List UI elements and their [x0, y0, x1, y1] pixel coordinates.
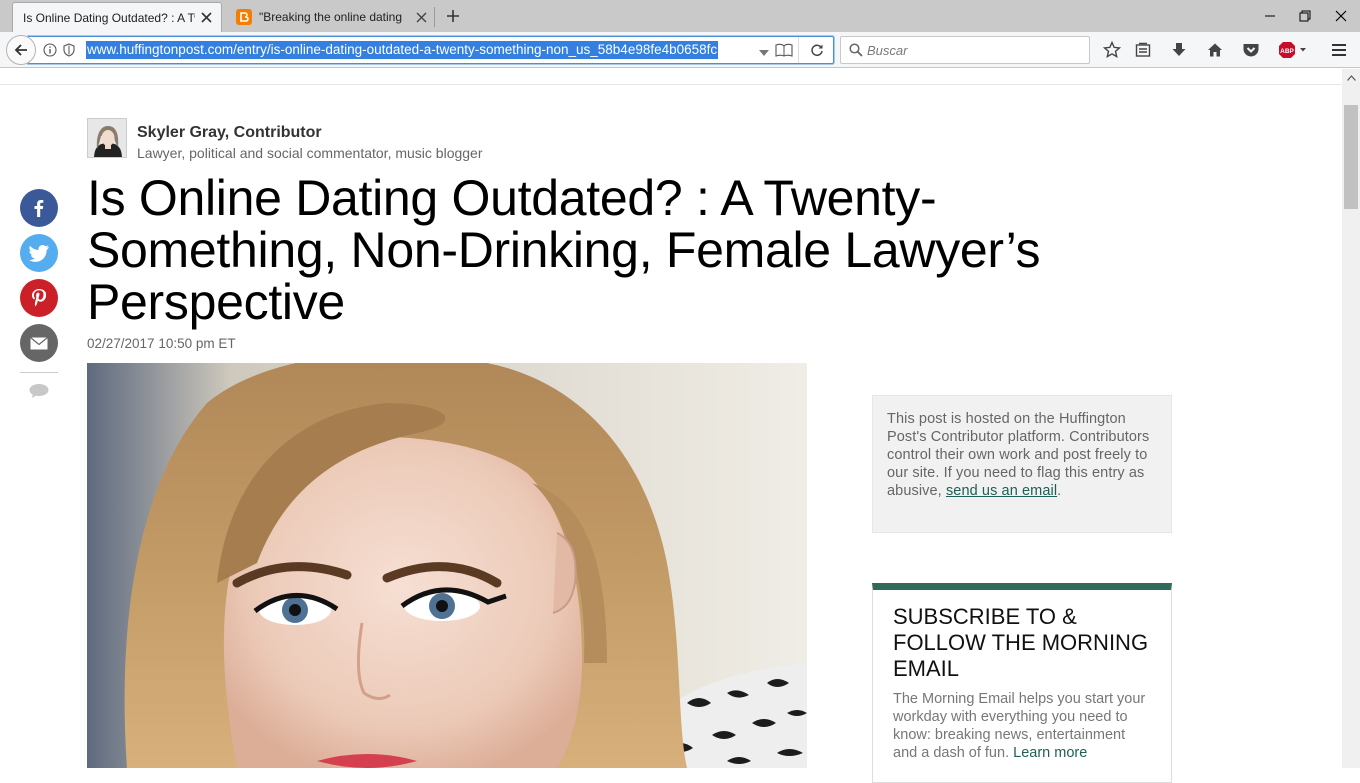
page-scrollbar[interactable]: [1342, 69, 1360, 768]
close-tab-icon[interactable]: [410, 6, 432, 28]
facebook-share-button[interactable]: [20, 189, 58, 227]
author-name[interactable]: Skyler Gray, Contributor: [137, 124, 322, 142]
info-icon[interactable]: [43, 43, 57, 57]
tab-bar: Is Online Dating Outdated? : A Twe "Brea…: [0, 0, 1360, 32]
back-button[interactable]: [6, 35, 36, 65]
url-text[interactable]: www.huffingtonpost.com/entry/is-online-d…: [86, 41, 719, 59]
tab-title: Is Online Dating Outdated? : A Twe: [23, 10, 195, 25]
tab-active[interactable]: Is Online Dating Outdated? : A Twe: [12, 2, 222, 32]
url-bar[interactable]: www.huffingtonpost.com/entry/is-online-d…: [28, 36, 834, 64]
twitter-share-button[interactable]: [20, 234, 58, 272]
send-email-link[interactable]: send us an email: [946, 483, 1057, 499]
disclaimer-end: .: [1057, 483, 1062, 499]
social-rail-divider: [20, 372, 58, 373]
page-title: Is Online Dating Outdated? : A Twenty-So…: [87, 170, 1041, 330]
download-icon[interactable]: [1167, 38, 1191, 62]
tab-separator: [434, 7, 435, 27]
hamburger-menu-icon[interactable]: [1327, 38, 1351, 62]
minimize-icon[interactable]: [1255, 4, 1285, 28]
email-share-button[interactable]: [20, 324, 58, 362]
newsletter-title: SUBSCRIBE TO & FOLLOW THE MORNING EMAIL: [893, 604, 1149, 681]
close-window-icon[interactable]: [1326, 4, 1356, 28]
page-header-divider: [0, 84, 1342, 85]
tab-inactive[interactable]: "Breaking the online dating: [226, 2, 436, 32]
timestamp: 02/27/2017 10:50 pm ET: [87, 336, 236, 351]
star-icon[interactable]: [1100, 38, 1124, 62]
tab-title: "Breaking the online dating: [259, 10, 403, 24]
reader-view-icon[interactable]: [775, 43, 793, 57]
email-icon: [30, 336, 48, 349]
search-bar[interactable]: [840, 36, 1090, 64]
avatar[interactable]: [87, 118, 127, 158]
close-tab-icon[interactable]: [195, 7, 217, 29]
url-dropdown-icon[interactable]: [758, 45, 770, 56]
shield-icon[interactable]: [63, 43, 75, 57]
pocket-icon[interactable]: [1239, 38, 1263, 62]
comment-icon[interactable]: [28, 382, 50, 400]
article-hero-image: [87, 363, 807, 768]
bookmarks-menu-icon[interactable]: [1131, 38, 1155, 62]
new-tab-icon[interactable]: [442, 5, 464, 27]
pinterest-share-button[interactable]: [20, 279, 58, 317]
newsletter-description: The Morning Email helps you start your w…: [893, 690, 1151, 762]
facebook-icon: [34, 200, 44, 217]
twitter-icon: [29, 244, 49, 262]
search-icon: [849, 43, 863, 57]
newsletter-signup: SUBSCRIBE TO & FOLLOW THE MORNING EMAIL …: [872, 583, 1172, 783]
learn-more-link[interactable]: Learn more: [1013, 745, 1087, 761]
restore-icon[interactable]: [1290, 4, 1320, 28]
author-bio: Lawyer, political and social commentator…: [137, 145, 483, 161]
blogger-icon: [236, 9, 252, 25]
adblock-icon[interactable]: ABP: [1276, 38, 1310, 62]
home-icon[interactable]: [1203, 38, 1227, 62]
contributor-disclaimer: This post is hosted on the Huffington Po…: [872, 395, 1172, 533]
search-input[interactable]: [867, 41, 1077, 59]
adblock-label: ABP: [1280, 48, 1294, 55]
navigation-toolbar: www.huffingtonpost.com/entry/is-online-d…: [0, 32, 1360, 68]
scroll-up-icon[interactable]: [1342, 69, 1360, 87]
reload-icon[interactable]: [798, 37, 834, 63]
scrollbar-thumb[interactable]: [1344, 105, 1358, 209]
pinterest-icon: [32, 289, 46, 307]
